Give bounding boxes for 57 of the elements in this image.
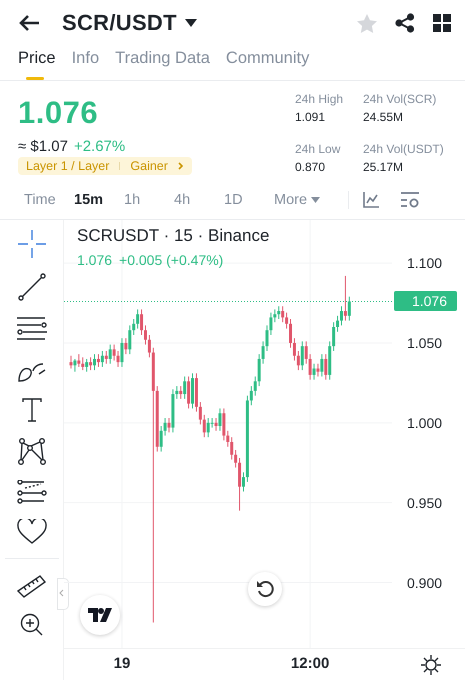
grid-icon[interactable] [433,14,451,32]
current-price-badge: 1.076 [394,291,457,312]
fibonacci-icon[interactable] [16,480,46,504]
logo-button[interactable] [80,595,120,635]
collapse-handle[interactable] [57,578,69,610]
time-axis-label: 12:00 [290,655,330,672]
chart-title: SCRUSDT · 15 · Binance [77,226,270,246]
tab[interactable]: Community [226,46,310,80]
chevron-icon [178,162,184,170]
price-axis-label: 1.000 [407,414,442,431]
stat-label: 24h Low [295,142,342,156]
logo-icon [88,608,112,622]
zoom-in-icon[interactable] [20,613,44,637]
price-axis-label: 1.100 [407,255,442,272]
stat-label: 24h High [295,92,344,106]
stat-value: 0.870 [295,160,326,174]
crosshair-icon[interactable] [18,230,46,258]
price-axis-label: 0.900 [407,574,442,591]
reset-icon [256,580,274,598]
legend-price: 1.076 [77,252,112,268]
ruler-icon[interactable] [16,574,46,598]
interval-tab[interactable]: 1h [124,192,174,208]
caret-icon[interactable] [184,19,197,27]
stat-label: 24h Vol(SCR) [363,92,438,106]
fiat-price: ≈ $1.07 [18,138,68,155]
stat-value: 24.55M [363,110,404,124]
chart-type-icon[interactable] [363,192,380,208]
last-price: 1.076 [18,95,100,131]
interval-tab[interactable]: 1D [224,192,274,208]
back-arrow-icon[interactable] [18,14,40,32]
caret-icon [311,197,320,203]
reset-button[interactable] [248,572,282,606]
legend-change: +0.005 (+0.47%) [119,252,224,268]
tab[interactable]: Info [72,46,100,80]
stat-label: 24h Vol(USDT) [363,142,445,156]
stat-value: 25.17M [363,160,404,174]
heart-icon[interactable] [16,519,46,545]
tab[interactable]: Price [18,46,56,80]
stat-value: 1.091 [295,110,326,124]
time-axis-label: 19 [114,655,130,672]
settings-icon[interactable] [421,654,441,674]
star-icon[interactable] [357,14,377,32]
tag-chip[interactable]: Layer 1 / Layer Gainer [18,157,192,175]
pattern-icon[interactable] [16,437,46,465]
pair-title[interactable]: SCR/USDT [62,10,177,36]
interval-tab[interactable]: Time [24,192,74,208]
interval-tab[interactable]: 4h [174,192,224,208]
text-tool-icon[interactable] [20,398,42,422]
tab[interactable]: Trading Data [115,46,210,80]
trend-line-icon[interactable] [18,273,46,301]
price-axis-label: 0.950 [407,494,442,511]
price-axis-label: 1.050 [407,334,442,351]
price-change: +2.67% [74,138,126,155]
share-icon[interactable] [395,13,415,33]
parallel-lines-icon[interactable] [16,316,46,342]
interval-tab[interactable]: 15m [74,192,124,208]
more-dropdown[interactable]: More [274,192,320,208]
